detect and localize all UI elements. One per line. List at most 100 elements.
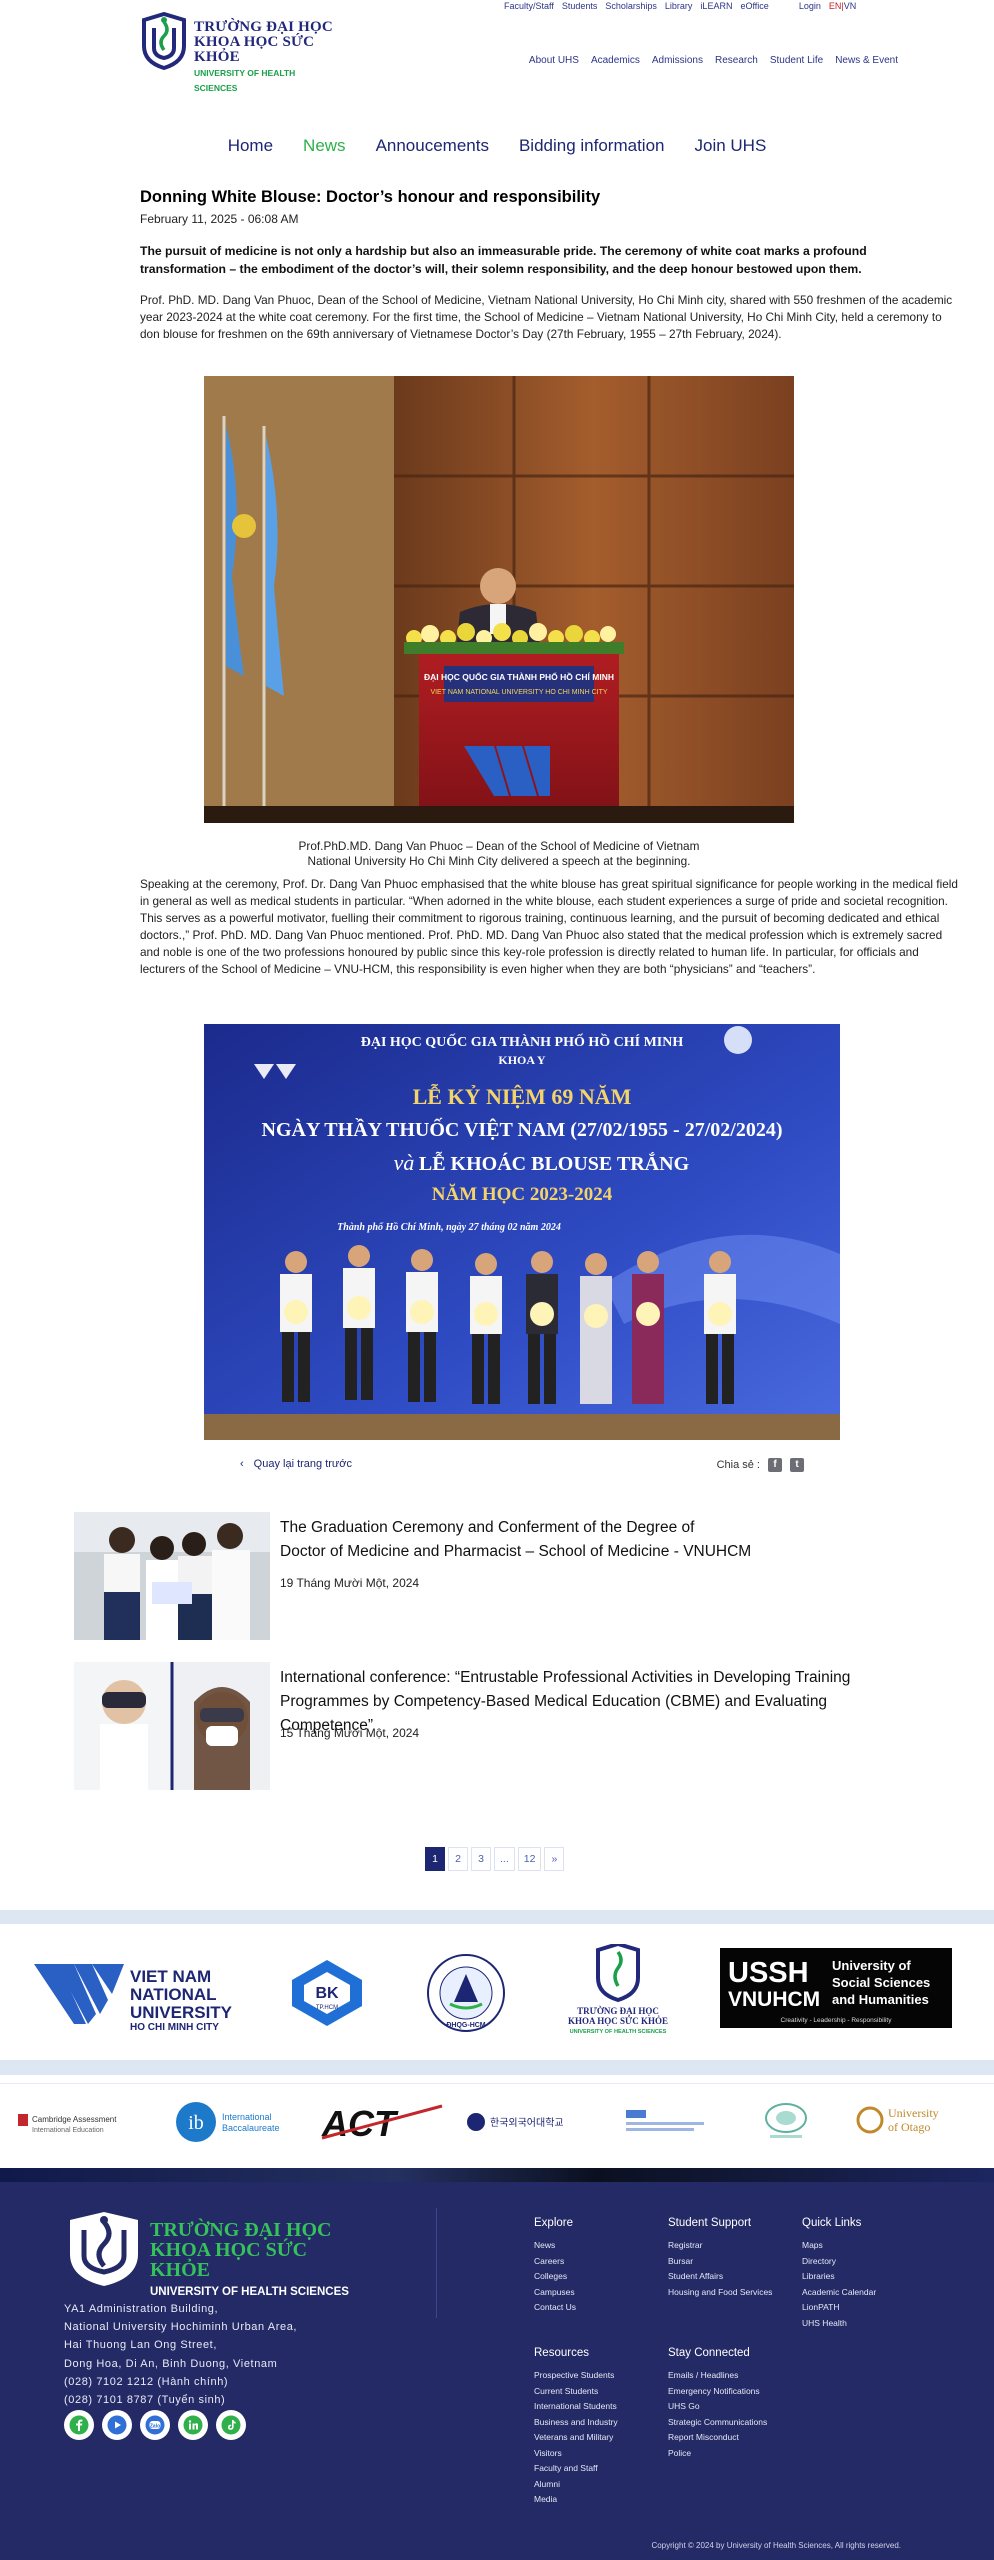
footer-link[interactable]: LionPATH <box>802 2300 876 2316</box>
uhs-partner-logo[interactable]: TRƯỜNG ĐẠI HỌC KHOA HỌC SỨC KHỎE UNIVERS… <box>568 1941 668 2040</box>
footer-link[interactable]: Libraries <box>802 2269 876 2285</box>
footer-link[interactable]: Police <box>668 2446 767 2462</box>
agriculture-uni-logo[interactable]: ĐHQG-HCM <box>420 1952 512 2034</box>
section-tab-join-uhs[interactable]: Join UHS <box>695 136 767 156</box>
footer-link[interactable]: Directory <box>802 2254 876 2270</box>
banner-line-4: NGÀY THẦY THUỐC VIỆT NAM (27/02/1955 - 2… <box>262 1117 783 1141</box>
footer-link[interactable]: Visitors <box>534 2446 618 2462</box>
zalo-icon[interactable]: Zalo <box>140 2410 170 2440</box>
speech-photo: ĐẠI HỌC QUỐC GIA THÀNH PHỐ HỒ CHÍ MINH V… <box>204 376 794 823</box>
footer-link[interactable]: Business and Industry <box>534 2415 618 2431</box>
back-link[interactable]: ‹ Quay lại trang trước <box>240 1458 352 1470</box>
nav-student-life[interactable]: Student Life <box>770 55 823 66</box>
footer-link[interactable]: Registrar <box>668 2238 772 2254</box>
section-tab-announcements[interactable]: Annoucements <box>376 136 489 156</box>
nav-research[interactable]: Research <box>715 55 758 66</box>
youtube-icon[interactable] <box>102 2410 132 2440</box>
nav-academics[interactable]: Academics <box>591 55 640 66</box>
article-lead: The pursuit of medicine is not only a ha… <box>140 244 867 276</box>
banner-line-2: KHOA Y <box>498 1053 546 1067</box>
photo-caption: Prof.PhD.MD. Dang Van Phuoc – Dean of th… <box>204 839 794 869</box>
facebook-share-icon[interactable]: f <box>768 1458 782 1472</box>
otago-logo[interactable]: University of Otago <box>856 2100 956 2140</box>
footer-link[interactable]: Student Affairs <box>668 2269 772 2285</box>
lang-vn-link[interactable]: VN <box>844 1 857 11</box>
lang-en-link[interactable]: EN <box>829 1 842 11</box>
cambridge-logo[interactable]: Cambridge Assessment International Educa… <box>18 2106 136 2144</box>
footer-link[interactable]: Careers <box>534 2254 576 2270</box>
footer-link[interactable]: UHS Health <box>802 2316 876 2332</box>
vnu-hcm-logo[interactable]: VIET NAM NATIONAL UNIVERSITY HO CHI MINH… <box>34 1954 246 2033</box>
footer-logo[interactable]: TRƯỜNG ĐẠI HỌC KHOA HỌC SỨC KHỎE UNIVERS… <box>64 2210 354 2298</box>
footer-link[interactable]: Bursar <box>668 2254 772 2270</box>
topbar-link-ilearn[interactable]: iLEARN <box>700 1 732 11</box>
caption-line-2: National University Ho Chi Minh City del… <box>307 854 691 868</box>
article-paragraph-1: Prof. PhD. MD. Dang Van Phuoc, Dean of t… <box>140 293 953 341</box>
footer-link[interactable]: Maps <box>802 2238 876 2254</box>
footer-link[interactable]: Housing and Food Services <box>668 2285 772 2301</box>
login-link[interactable]: Login <box>799 1 821 11</box>
ib-logo[interactable]: ib International Baccalaureate <box>174 2100 284 2144</box>
footer-link[interactable]: Prospective Students <box>534 2368 618 2384</box>
page-12-button[interactable]: 12 <box>517 1847 542 1871</box>
footer-link[interactable]: Strategic Communications <box>668 2415 767 2431</box>
tiktok-icon[interactable] <box>216 2410 246 2440</box>
footer-link[interactable]: Academic Calendar <box>802 2285 876 2301</box>
ceremony-photo-illustration: ĐẠI HỌC QUỐC GIA THÀNH PHỐ HỒ CHÍ MINH K… <box>204 1024 840 1440</box>
phone-admissions: (028) 7101 8787 (Tuyển sinh) <box>64 2394 226 2407</box>
related-date: 15 Tháng Mười Một, 2024 <box>280 1726 420 1740</box>
page-1-button[interactable]: 1 <box>425 1847 445 1871</box>
regional-office-logo[interactable] <box>756 2102 816 2142</box>
section-tab-news[interactable]: News <box>303 136 346 156</box>
footer-link[interactable]: Colleges <box>534 2269 576 2285</box>
footer-link[interactable]: Alumni <box>534 2477 618 2493</box>
site-footer: TRƯỜNG ĐẠI HỌC KHOA HỌC SỨC KHỎE UNIVERS… <box>0 2168 994 2560</box>
next-page-button[interactable]: » <box>544 1847 565 1871</box>
section-tab-bidding-information[interactable]: Bidding information <box>519 136 665 156</box>
page-2-button[interactable]: 2 <box>448 1847 468 1871</box>
footer-link[interactable]: Emails / Headlines <box>668 2368 767 2384</box>
svg-text:University: University <box>888 2106 939 2120</box>
svg-text:UNIVERSITY OF HEALTH SCIENCES: UNIVERSITY OF HEALTH SCIENCES <box>570 2029 667 2035</box>
svg-text:VIET NAM: VIET NAM <box>130 1967 211 1986</box>
topbar-link-library[interactable]: Library <box>665 1 693 11</box>
bk-hcm-logo[interactable]: BK TP.HCM <box>288 1958 366 2028</box>
footer-top-strip <box>0 2168 994 2182</box>
related-article[interactable]: The Graduation Ceremony and Conferment o… <box>74 1512 894 1640</box>
footer-link[interactable]: Campuses <box>534 2285 576 2301</box>
footer-link[interactable]: UHS Go <box>668 2399 767 2415</box>
svg-text:ib: ib <box>188 2112 204 2134</box>
footer-link[interactable]: Emergency Notifications <box>668 2384 767 2400</box>
linkedin-icon[interactable] <box>178 2410 208 2440</box>
footer-link[interactable]: Current Students <box>534 2384 618 2400</box>
topbar-link-scholarships[interactable]: Scholarships <box>605 1 657 11</box>
section-tab-home[interactable]: Home <box>228 136 273 156</box>
footer-col-title: Stay Connected <box>668 2347 750 2359</box>
nav-admissions[interactable]: Admissions <box>652 55 703 66</box>
page-3-button[interactable]: 3 <box>471 1847 491 1871</box>
nav-about-uhs[interactable]: About UHS <box>529 55 579 66</box>
twitter-share-icon[interactable]: t <box>790 1458 804 1472</box>
partner-small-logo[interactable] <box>620 2106 710 2138</box>
footer-link[interactable]: Contact Us <box>534 2300 576 2316</box>
banner-line-6: NĂM HỌC 2023-2024 <box>432 1183 613 1205</box>
nav-news-event[interactable]: News & Event <box>835 55 898 66</box>
footer-link[interactable]: Media <box>534 2492 618 2508</box>
social-links: Zalo <box>64 2410 246 2440</box>
footer-link[interactable]: Faculty and Staff <box>534 2461 618 2477</box>
related-thumbnail <box>74 1662 270 1790</box>
footer-link[interactable]: Veterans and Military <box>534 2430 618 2446</box>
footer-col-explore: Explore News Careers Colleges Campuses C… <box>534 2216 576 2316</box>
footer-link[interactable]: News <box>534 2238 576 2254</box>
topbar-link-eoffice[interactable]: eOffice <box>740 1 768 11</box>
topbar-link-faculty-staff[interactable]: Faculty/Staff <box>504 1 554 11</box>
related-article[interactable]: International conference: “Entrustable P… <box>74 1662 894 1790</box>
footer-link[interactable]: International Students <box>534 2399 618 2415</box>
act-logo[interactable]: ACT <box>318 2102 446 2144</box>
facebook-icon[interactable] <box>64 2410 94 2440</box>
hufs-logo[interactable]: 한국외국어대학교 <box>466 2108 578 2136</box>
site-logo[interactable]: TRƯỜNG ĐẠI HỌC KHOA HỌC SỨC KHỎE UNIVERS… <box>140 12 340 93</box>
ussh-vnuhcm-logo[interactable]: USSH VNUHCM University of Social Science… <box>720 1948 952 2028</box>
topbar-link-students[interactable]: Students <box>562 1 598 11</box>
footer-link[interactable]: Report Misconduct <box>668 2430 767 2446</box>
